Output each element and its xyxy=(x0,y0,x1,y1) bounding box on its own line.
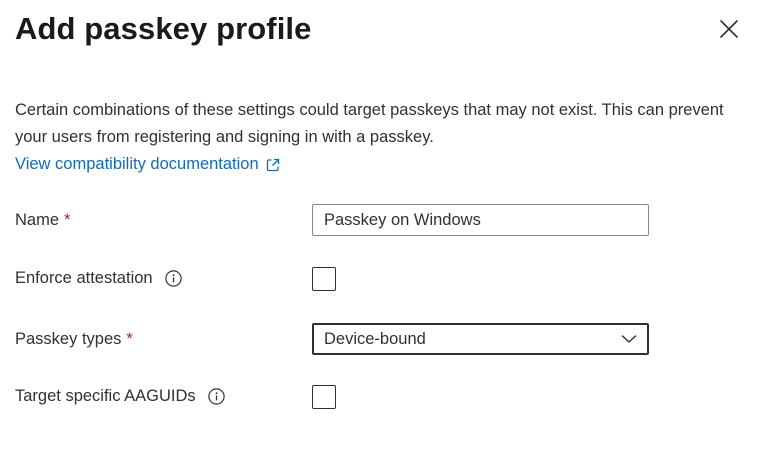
name-label: Name * xyxy=(15,209,70,231)
compatibility-link-label: View compatibility documentation xyxy=(15,155,259,173)
description-text: Certain combinations of these settings c… xyxy=(15,101,724,146)
chevron-down-icon xyxy=(621,334,637,344)
name-label-text: Name xyxy=(15,211,60,229)
enforce-attestation-label: Enforce attestation xyxy=(15,267,182,289)
enforce-attestation-checkbox[interactable] xyxy=(312,267,336,291)
compatibility-documentation-link[interactable]: View compatibility documentation xyxy=(15,151,280,178)
target-aaguids-label: Target specific AAGUIDs xyxy=(15,385,225,407)
passkey-types-required-marker: * xyxy=(126,330,133,348)
passkey-types-label-text: Passkey types xyxy=(15,330,122,348)
info-icon[interactable] xyxy=(164,269,182,287)
target-aaguids-label-text: Target specific AAGUIDs xyxy=(15,387,196,405)
passkey-types-selected-value: Device-bound xyxy=(324,329,426,348)
name-required-marker: * xyxy=(64,211,71,229)
name-input[interactable] xyxy=(312,204,649,236)
info-icon[interactable] xyxy=(207,387,225,405)
external-link-icon xyxy=(266,158,280,172)
passkey-types-dropdown[interactable]: Device-bound xyxy=(312,323,649,355)
enforce-attestation-label-text: Enforce attestation xyxy=(15,269,153,287)
close-button[interactable] xyxy=(712,12,746,46)
passkey-types-label: Passkey types * xyxy=(15,328,133,350)
target-aaguids-checkbox[interactable] xyxy=(312,385,336,409)
close-icon xyxy=(720,20,738,38)
panel-title: Add passkey profile xyxy=(15,11,312,46)
